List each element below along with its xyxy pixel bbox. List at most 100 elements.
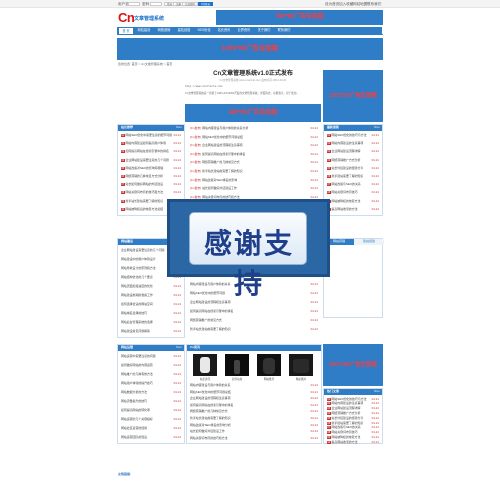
- nav-about[interactable]: 关于我们: [255, 27, 273, 34]
- list-item-title[interactable]: 如何提高网站的转化率: [121, 408, 150, 412]
- sitemap-link[interactable]: 网站地图: [353, 2, 367, 7]
- list-item-title[interactable]: 网络营销推广的几种常见方式: [190, 409, 228, 413]
- list-item-title[interactable]: 新手站长建站需要了解的知识: [126, 199, 164, 203]
- list-item-title[interactable]: 网站改版与SEO的关系: [332, 425, 361, 429]
- nav-build-experience[interactable]: 建站经验: [175, 27, 193, 34]
- list-item[interactable]: 02网站内容建设如何提高用户体验 04-21: [121, 141, 181, 146]
- list-item-title[interactable]: 网站后台管理系统的选择: [121, 320, 153, 324]
- feature-title[interactable]: Cn文章管理系统v1.0正式发布: [185, 68, 321, 77]
- list-item-title[interactable]: 企业网站建设流程详解: [332, 149, 361, 153]
- list-item[interactable]: 06网络营销的几种常见方式分析 04-21: [121, 174, 181, 178]
- list-item-title[interactable]: 新手站长建站前需要了解的知识: [202, 169, 242, 173]
- list-item-title[interactable]: 企业网站建设的流程和注意事项: [190, 396, 230, 400]
- list-item[interactable]: 网络营销推广的几种常见方式 04-21: [190, 409, 318, 413]
- list-item-title[interactable]: 网站改版对SEO排名的影响: [202, 178, 237, 182]
- list-item[interactable]: 03如何提高网站在搜索引擎中的排名 04-21: [121, 149, 181, 154]
- ad-top[interactable]: 780*60广告位招租: [216, 10, 383, 25]
- list-item[interactable]: 10提高网站收录的方法04-21: [327, 207, 379, 211]
- list-item-title[interactable]: 网站导航设计的原则和方法: [121, 266, 156, 270]
- list-item[interactable]: 网站数据分析的方法 04-21: [121, 390, 181, 394]
- contact-link[interactable]: 联系我们: [367, 2, 381, 7]
- list-item[interactable]: 03企业网站建设流程详解 04-21: [327, 406, 379, 411]
- right-top-more[interactable]: More: [374, 125, 380, 131]
- nav-webmaster-news[interactable]: 站长资讯: [215, 27, 233, 34]
- forgot-password-link[interactable]: 忘记密码: [182, 1, 199, 6]
- list-item[interactable]: 02网站内容建设的注意事项 04-21: [327, 141, 379, 146]
- ad-right-mid[interactable]: 230*200广告位招租: [323, 70, 383, 122]
- list-item-title[interactable]: 网站运营的几个关键指标: [121, 417, 153, 421]
- list-item[interactable]: 05站长外链建设的经验分享 04-21: [327, 416, 379, 420]
- list-item[interactable]: 如何做好网站的内容运营 04-21: [121, 363, 181, 367]
- list-item[interactable]: [Cn发布]如何提高网站在搜索引擎中的排名 04-21: [190, 152, 318, 156]
- list-item-title[interactable]: 网站内容建设与用户体验的关系: [190, 383, 230, 387]
- list-item-title[interactable]: 网站被降权后的恢复方法总结: [126, 207, 164, 211]
- list-item-title[interactable]: 如何提高网站在搜索引擎中的排名: [202, 152, 245, 156]
- list-item-title[interactable]: 企业网站建设流程详解: [332, 406, 361, 410]
- set-homepage-link[interactable]: 设为首页: [325, 2, 339, 7]
- list-item[interactable]: [Cn发布]网站内容建设与用户体验的关系分析 04-21: [190, 126, 318, 130]
- list-item[interactable]: 网站改版对SEO排名的影响分析 04-21: [190, 423, 318, 427]
- nav-industry-news[interactable]: 业界资讯: [235, 27, 253, 34]
- list-item-title[interactable]: 网站被降权的恢复方法: [332, 435, 361, 439]
- list-item[interactable]: 网站建设前期的准备工作 04-21: [121, 293, 181, 297]
- photo-1[interactable]: [193, 354, 217, 376]
- left-bottom-more[interactable]: More: [176, 345, 182, 351]
- list-item[interactable]: [Cn发布]网络营销推广的几种常见方式 04-21: [190, 160, 318, 164]
- photo-4[interactable]: [289, 354, 313, 376]
- list-item-title[interactable]: 网站用户体验的提升技巧: [121, 381, 153, 385]
- thanks-popup[interactable]: 感谢支持: [167, 199, 330, 300]
- list-item-title[interactable]: 网站运营中需要注意的问题: [121, 354, 156, 358]
- list-item[interactable]: 10提高网站收录的方法04-21: [327, 440, 379, 444]
- list-item-title[interactable]: 站长外链建设的经验分享: [332, 416, 364, 420]
- list-item[interactable]: 网站SEO优化中的细节问题总结 04-21: [190, 390, 318, 394]
- list-item[interactable]: 网站用户体验的提升技巧 04-21: [121, 381, 181, 385]
- list-item-title[interactable]: 网站数据分析的方法: [121, 390, 147, 394]
- left-top-more[interactable]: More: [176, 125, 182, 131]
- list-item[interactable]: 01网站SEO优化的技巧与方法 04-21: [327, 397, 379, 401]
- list-item[interactable]: 08网站关键词布局技巧 04-21: [327, 190, 379, 195]
- tab-build-experience[interactable]: 建站经验: [354, 239, 384, 245]
- list-item-title[interactable]: 网站建设前期的准备工作: [121, 293, 153, 297]
- list-item[interactable]: 网站关键词布局的技巧和方法 04-21: [190, 436, 318, 440]
- list-item[interactable]: 新手站长建站前需要了解的知识 04-21: [190, 416, 318, 420]
- list-item[interactable]: 网站运营的几个关键指标 04-21: [121, 417, 181, 421]
- list-item[interactable]: 08网站关键词布局的技巧和方法 04-21: [121, 190, 181, 195]
- list-item-title[interactable]: 网站被降权的恢复方法: [332, 199, 361, 203]
- list-item[interactable]: 如何提高网站在搜索引擎中的排名 04-21: [190, 403, 318, 407]
- list-item-title[interactable]: 提高网站收录的方法: [332, 440, 358, 444]
- list-item-title[interactable]: 站长外链建设的经验分享: [332, 166, 364, 170]
- list-item-title[interactable]: 新手建站需要了解的知识: [332, 174, 364, 178]
- list-item-title[interactable]: 新手站长建站前需要了解的知识: [190, 416, 230, 420]
- list-item-title[interactable]: 网络营销的几种常见方式分析: [126, 174, 164, 178]
- list-item-title[interactable]: 网站内容建设与用户体验的关系分析: [202, 126, 248, 130]
- list-item-title[interactable]: 网站SEO优化的技巧与方法: [332, 133, 367, 137]
- list-item-title[interactable]: 网络营销推广的几种常见方式: [202, 160, 240, 164]
- list-item[interactable]: 网站运营中需要注意的问题 04-21: [121, 354, 181, 358]
- username-input[interactable]: [128, 1, 140, 6]
- nav-marketing[interactable]: 网络营销: [155, 27, 173, 34]
- list-item[interactable]: 03企业网站建设流程详解 04-21: [327, 149, 379, 154]
- list-item[interactable]: [Cn发布]新手站长建站前需要了解的知识 04-21: [190, 169, 318, 173]
- nav-seo[interactable]: SEO优化: [195, 27, 213, 34]
- list-item-title[interactable]: 网站流量提升的技巧: [121, 399, 147, 403]
- photo-2[interactable]: [225, 354, 249, 376]
- photo-1-caption[interactable]: 站长资讯: [193, 377, 217, 381]
- list-item-title[interactable]: 企业网站建设需要注意的几个问题: [121, 248, 164, 252]
- list-item[interactable]: 网站推广的几种有效方法 04-21: [121, 372, 181, 376]
- list-item-title[interactable]: 网站社区运营的经验: [121, 426, 147, 430]
- list-item-title[interactable]: 网络营销推广方式分析: [332, 411, 361, 415]
- list-item-title[interactable]: 网站改版对SEO的影响有哪些: [126, 166, 164, 170]
- photo-4-caption[interactable]: 精彩图片: [289, 377, 313, 381]
- list-item[interactable]: 如何提高网站的转化率 04-21: [121, 408, 181, 412]
- list-item[interactable]: 05站长外链建设的经验分享 04-21: [327, 166, 379, 170]
- list-item[interactable]: 09网站被降权的恢复方法04-21: [327, 199, 379, 203]
- list-item-title[interactable]: 如何选择合适的网站空间: [121, 302, 153, 306]
- list-item[interactable]: 网站内容建设与用户体验的关系 04-21: [190, 383, 318, 387]
- list-item-title[interactable]: 网站SEO优化的技巧与方法: [332, 397, 367, 401]
- ad-right-bottom[interactable]: 230*150广告位招租: [323, 344, 383, 386]
- site-logo[interactable]: Cn 文章管理系统: [118, 10, 164, 25]
- photo-2-caption[interactable]: 业界动态: [225, 377, 249, 381]
- list-item[interactable]: 如何提高网站在搜索引擎中的排名 04-21: [190, 309, 318, 313]
- list-item-title[interactable]: 网站推广的几种有效方法: [121, 372, 153, 376]
- list-item-title[interactable]: 站长如何做好网站的外链建设: [126, 182, 164, 186]
